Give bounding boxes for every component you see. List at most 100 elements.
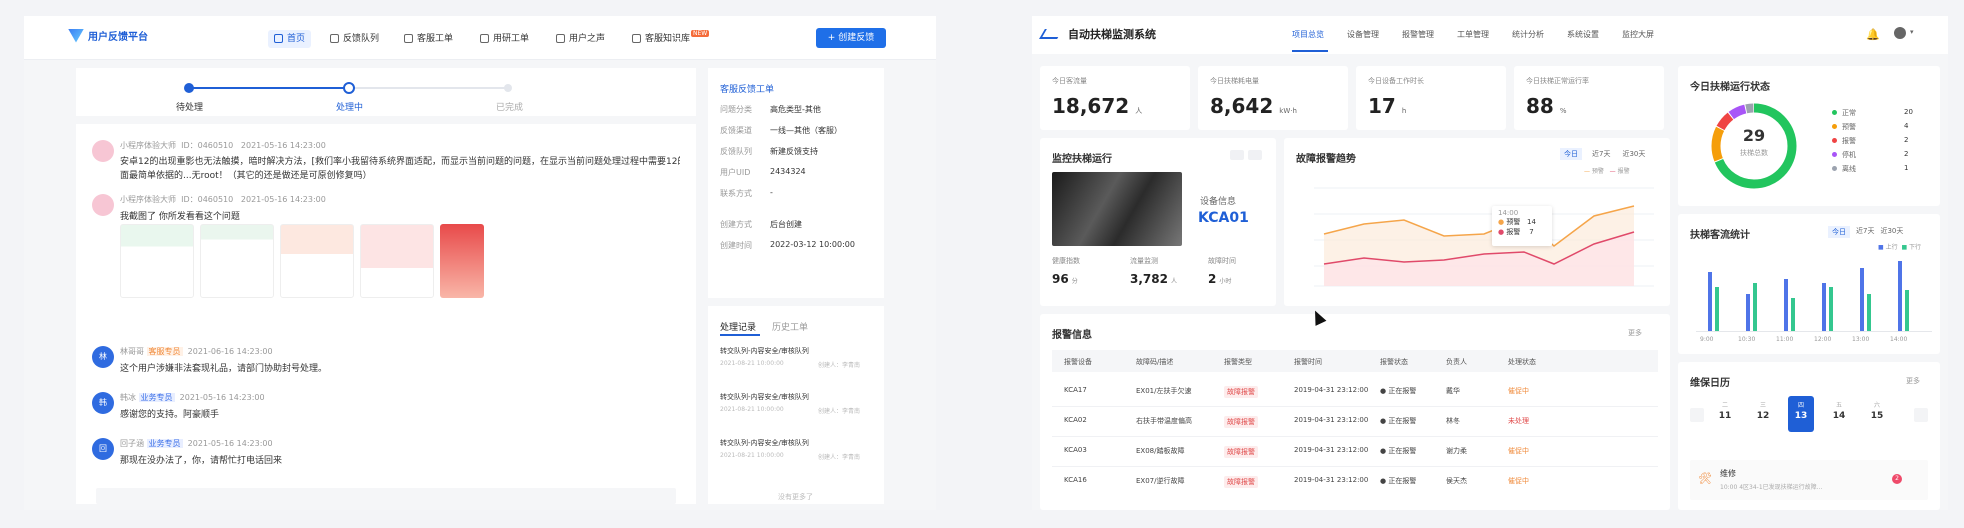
kpi-unit: %	[1559, 107, 1567, 115]
table-cell[interactable]: 未处理	[1508, 416, 1529, 426]
tab-30days[interactable]: 近30天	[1620, 148, 1647, 160]
avatar[interactable]	[92, 194, 114, 216]
tab-7days[interactable]: 近7天	[1590, 148, 1612, 160]
status-title: 今日扶梯运行状态	[1690, 82, 1770, 93]
more-link[interactable]: 更多	[1906, 376, 1920, 386]
next-week-icon[interactable]	[1914, 408, 1928, 422]
table-cell: 谢力柔	[1446, 447, 1467, 455]
nav-active-underline	[1292, 50, 1328, 52]
table-cell[interactable]: 催促中	[1508, 476, 1529, 486]
trend-chart	[1314, 187, 1654, 287]
attachment-image[interactable]	[440, 224, 484, 298]
camera-feed-image[interactable]	[1052, 172, 1182, 246]
record-title[interactable]: 转交队列-内容安全/审核队列	[720, 392, 809, 402]
ticket-field-label: 用户UID	[720, 168, 751, 177]
record-creator: 创建人：李青南	[818, 408, 861, 415]
more-link[interactable]: 更多	[1628, 328, 1642, 338]
weekday-label: 六	[1873, 402, 1880, 409]
record-title[interactable]: 转交队列-内容安全/审核队列	[720, 346, 809, 356]
kpi-unit: kW·h	[1279, 107, 1297, 115]
table-cell: EX01/左扶手欠速	[1136, 387, 1192, 395]
step-dot-1	[184, 83, 194, 93]
feedback-platform-window: 用户反馈平台 首页 反馈队列 客服工单 用研工单 用户之声 客服知识库NEW +…	[24, 16, 936, 510]
table-cell[interactable]: 催促中	[1508, 446, 1529, 456]
nav-knowledge-base[interactable]: 客服知识库NEW	[632, 30, 710, 48]
brand-logo-icon	[68, 28, 84, 43]
calendar-day[interactable]: 二 11	[1712, 396, 1738, 432]
attachment-image[interactable]	[280, 224, 354, 298]
attachment-image[interactable]	[360, 224, 434, 298]
event-badge: 2	[1892, 474, 1902, 484]
attachment-image[interactable]	[200, 224, 274, 298]
nav-home[interactable]: 首页	[268, 30, 312, 48]
table-cell[interactable]: 催促中	[1508, 386, 1529, 396]
ticket-field-value: 后台创建	[770, 220, 802, 229]
message-item: 林 林哥哥 客服专员 2021-06-16 14:23:00 这个用户涉嫌非法套…	[92, 346, 720, 374]
nav-4[interactable]: 统计分析	[1512, 29, 1544, 40]
table-header-cell: 故障码/描述	[1136, 358, 1174, 366]
legend-dot	[1832, 124, 1837, 129]
calendar-day[interactable]: 三 12	[1750, 396, 1776, 432]
calendar-day[interactable]: 四 13	[1788, 396, 1814, 432]
ticket-field-label: 反馈渠道	[720, 126, 752, 135]
message-text-2: 面最简单依据的...无root！（其它的还是做还是可原创修复吗）	[120, 171, 372, 181]
monitor-stat-value: 2 小时	[1208, 272, 1232, 286]
reply-input[interactable]	[96, 488, 676, 504]
trend-title: 故障报警趋势	[1296, 154, 1356, 165]
avatar[interactable]	[92, 140, 114, 162]
status-card: 今日扶梯运行状态 29 扶梯总数 正常 20 预警 4 报警 2 停机 2 离线 1	[1678, 66, 1940, 206]
create-feedback-button[interactable]: + 创建反馈	[816, 28, 886, 48]
tab-today[interactable]: 今日	[1828, 226, 1850, 238]
nav-5[interactable]: 系统设置	[1567, 29, 1599, 40]
status-donut	[1711, 103, 1797, 189]
new-badge: NEW	[691, 30, 710, 37]
event-item[interactable]: 🛠 维修 10:00 4区34-1已发现扶梯运行故障... 2	[1690, 460, 1928, 500]
nav-research-ticket[interactable]: 用研工单	[480, 30, 529, 48]
table-cell: 2019-04-31 23:12:00	[1294, 446, 1369, 454]
bell-icon[interactable]: 🔔	[1866, 28, 1880, 41]
avatar[interactable]: 韩	[92, 392, 114, 414]
record-time: 2021-08-21 10:00:00	[720, 452, 784, 459]
nav-feedback-queue[interactable]: 反馈队列	[330, 30, 379, 48]
tab-30days[interactable]: 近30天	[1880, 226, 1903, 238]
image-attachments	[120, 224, 484, 298]
right-brand[interactable]: 自动扶梯监测系统	[1039, 26, 1156, 42]
weekday-label: 四	[1797, 402, 1804, 409]
legend-value: 2	[1904, 136, 1909, 144]
legend-dot	[1832, 166, 1837, 171]
nav-3[interactable]: 工单管理	[1457, 29, 1489, 40]
calendar-day[interactable]: 五 14	[1826, 396, 1852, 432]
x-tick-label: 12:00	[1814, 336, 1832, 343]
step-dot-3	[504, 84, 512, 92]
nav-user-voice[interactable]: 用户之声	[556, 30, 605, 48]
prev-arrow-icon[interactable]	[1230, 150, 1244, 160]
nav-6[interactable]: 监控大屏	[1622, 29, 1654, 40]
avatar[interactable]: 林	[92, 346, 114, 368]
calendar-day[interactable]: 六 15	[1864, 396, 1890, 432]
nav-service-ticket[interactable]: 客服工单	[404, 30, 453, 48]
tab-today[interactable]: 今日	[1560, 148, 1582, 160]
table-cell: 故障报警	[1224, 446, 1258, 458]
traffic-title: 扶梯客流统计	[1690, 230, 1750, 241]
kpi-card: 今日客流量 18,672 人	[1040, 66, 1190, 130]
calendar-title: 维保日历	[1690, 378, 1730, 389]
tab-7days[interactable]: 近7天	[1856, 226, 1874, 238]
chevron-down-icon[interactable]: ▾	[1910, 28, 1914, 36]
table-header-cell: 报警设备	[1064, 358, 1092, 366]
role-tag: 客服专员	[146, 347, 183, 356]
prev-week-icon[interactable]	[1690, 408, 1704, 422]
nav-1[interactable]: 设备管理	[1347, 29, 1379, 40]
attachment-image[interactable]	[120, 224, 194, 298]
tab-records[interactable]: 处理记录	[720, 320, 756, 333]
donut-segments	[1711, 103, 1797, 189]
event-desc: 10:00 4区34-1已发现扶梯运行故障...	[1720, 484, 1823, 491]
next-arrow-icon[interactable]	[1248, 150, 1262, 160]
nav-0[interactable]: 项目总览	[1292, 29, 1324, 40]
weekday-label: 三	[1759, 402, 1766, 409]
left-brand[interactable]: 用户反馈平台	[68, 28, 148, 43]
user-avatar-icon[interactable]	[1894, 27, 1906, 39]
avatar[interactable]: 回	[92, 438, 114, 460]
record-title[interactable]: 转交队列-内容安全/审核队列	[720, 438, 809, 448]
tab-history[interactable]: 历史工单	[772, 320, 808, 333]
nav-2[interactable]: 报警管理	[1402, 29, 1434, 40]
